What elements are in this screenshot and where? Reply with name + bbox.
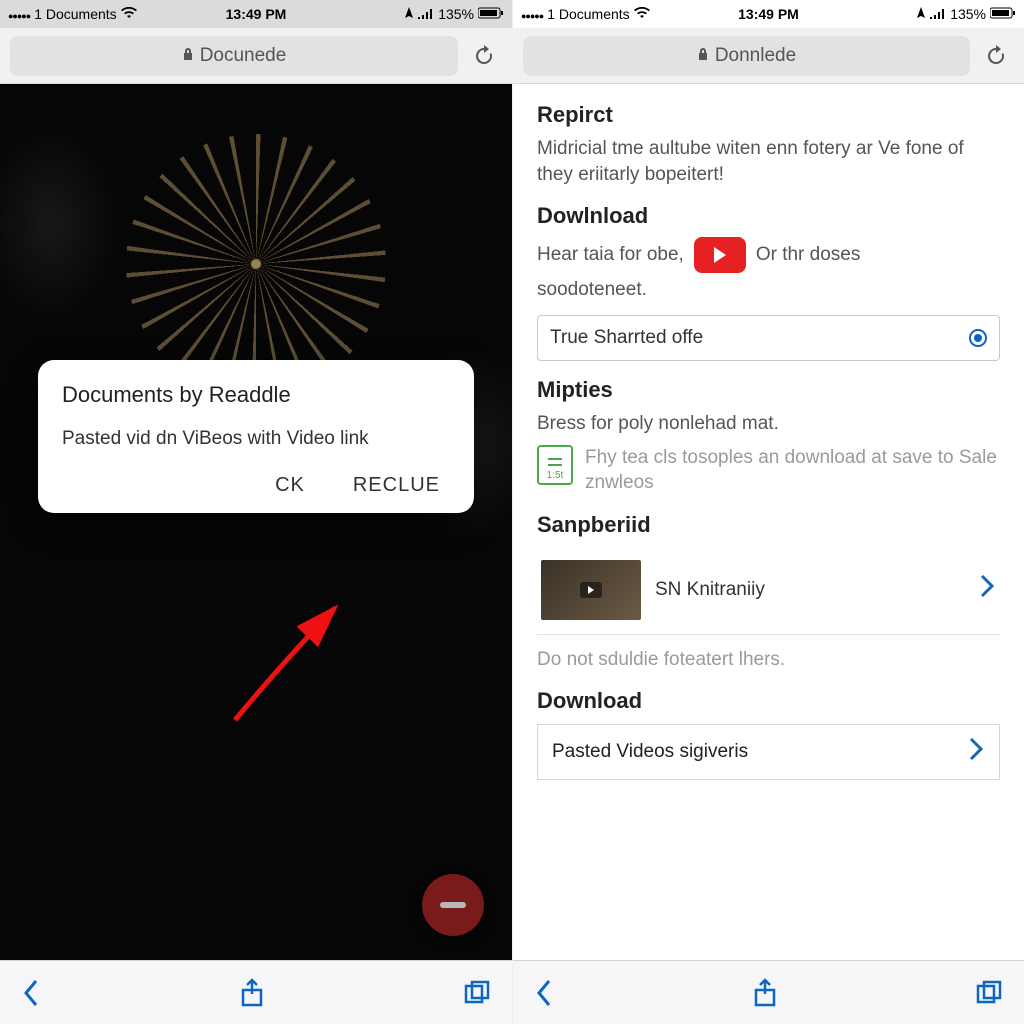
back-button[interactable] xyxy=(535,979,553,1007)
cell-signal-icon xyxy=(930,6,946,22)
carrier-label: 1 Documents xyxy=(34,6,116,22)
play-icon xyxy=(580,582,602,598)
paste-link-dialog: Documents by Readdle Pasted vid dn ViBeo… xyxy=(38,360,474,513)
download-line-right: Or thr doses xyxy=(756,242,861,268)
dialog-body: Pasted vid dn ViBeos with Video link xyxy=(62,426,450,452)
url-field[interactable]: Donnlede xyxy=(523,36,970,76)
file-icon-label: 1:5t xyxy=(547,470,564,481)
url-field[interactable]: Docunede xyxy=(10,36,458,76)
youtube-icon xyxy=(694,237,746,273)
signal-dots xyxy=(521,6,543,22)
bottom-toolbar-right xyxy=(513,960,1024,1024)
file-download-icon: 1:5t xyxy=(537,445,573,485)
dialog-cancel-button[interactable]: CK xyxy=(275,474,305,497)
refresh-button[interactable] xyxy=(978,38,1014,74)
clock: 13:49 PM xyxy=(226,6,287,22)
section-download2-title: Download xyxy=(537,688,1000,714)
share-button[interactable] xyxy=(753,978,777,1008)
video-item-row[interactable]: SN Knitraniiy xyxy=(537,546,1000,635)
chevron-right-icon xyxy=(980,574,996,605)
chevron-right-icon xyxy=(969,737,985,767)
clock: 13:49 PM xyxy=(738,6,799,22)
section-mipties-title: Mipties xyxy=(537,377,1000,403)
download-option-row[interactable]: True Sharrted offe xyxy=(537,315,1000,361)
fab-minimize-button[interactable] xyxy=(422,874,484,936)
battery-icon xyxy=(478,6,504,22)
section-download-title: Dowlnload xyxy=(537,203,1000,229)
download-line-3: soodoteneet. xyxy=(537,277,1000,303)
battery-percent: 135% xyxy=(950,6,986,22)
radio-selected-icon xyxy=(969,329,987,347)
location-icon xyxy=(916,6,926,22)
mipties-text: Fhy tea cls tosoples an download at save… xyxy=(585,445,1000,496)
address-bar-right: Donnlede xyxy=(513,28,1024,84)
bottom-toolbar-left xyxy=(0,960,512,1024)
dialog-confirm-button[interactable]: RECLUE xyxy=(353,474,440,497)
dialog-title: Documents by Readdle xyxy=(62,382,450,408)
address-bar-left: Docunede xyxy=(0,28,512,84)
video-item-label: SN Knitraniiy xyxy=(655,579,765,601)
lock-icon xyxy=(697,45,709,67)
lock-icon xyxy=(182,45,194,67)
share-button[interactable] xyxy=(240,978,264,1008)
tabs-button[interactable] xyxy=(976,980,1002,1006)
page-content: Repirct Midricial tme aultube witen enn … xyxy=(513,84,1024,1024)
section-repirct-body: Midricial tme aultube witen enn fotery a… xyxy=(537,136,1000,187)
refresh-button[interactable] xyxy=(466,38,502,74)
section-sanpberid-title: Sanpberiid xyxy=(537,512,1000,538)
pasted-videos-row[interactable]: Pasted Videos sigiveris xyxy=(537,724,1000,780)
location-icon xyxy=(404,6,414,22)
cell-signal-icon xyxy=(418,6,434,22)
download-option-label: True Sharrted offe xyxy=(550,327,703,349)
carrier-label: 1 Documents xyxy=(547,6,629,22)
url-domain: Donnlede xyxy=(715,45,796,67)
pasted-videos-label: Pasted Videos sigiveris xyxy=(552,741,748,763)
signal-dots xyxy=(8,6,30,22)
status-bar-left: 1 Documents 13:49 PM 135% xyxy=(0,0,512,28)
section-repirct-title: Repirct xyxy=(537,102,1000,128)
status-bar-right: 1 Documents 13:49 PM 135% xyxy=(513,0,1024,28)
wifi-icon xyxy=(634,6,650,22)
mipties-sub: Bress for poly nonlehad mat. xyxy=(537,411,1000,437)
sanpberid-footer: Do not sduldie foteatert lhers. xyxy=(537,647,1000,673)
url-domain: Docunede xyxy=(200,45,287,67)
battery-percent: 135% xyxy=(438,6,474,22)
wifi-icon xyxy=(121,6,137,22)
battery-icon xyxy=(990,6,1016,22)
tabs-button[interactable] xyxy=(464,980,490,1006)
back-button[interactable] xyxy=(22,979,40,1007)
download-line-left: Hear taia for obe, xyxy=(537,242,684,268)
video-thumbnail xyxy=(541,560,641,620)
